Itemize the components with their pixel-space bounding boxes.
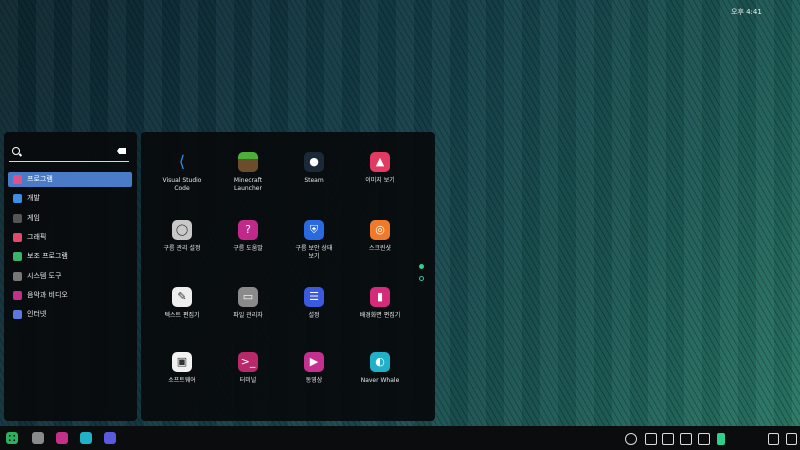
- update-icon[interactable]: [625, 433, 637, 445]
- toggle-icon[interactable]: [680, 433, 692, 445]
- app-launcher-item[interactable]: ▣ 소프트웨어: [152, 352, 212, 402]
- app-launcher-item[interactable]: ◐ Naver Whale: [350, 352, 410, 402]
- category-item[interactable]: 시스템 도구: [8, 269, 132, 284]
- user-icon[interactable]: [768, 433, 779, 445]
- screenshot-icon: ◎: [370, 220, 390, 240]
- app-label: 소프트웨어: [168, 377, 196, 384]
- app-launcher-item[interactable]: ⟨ Visual Studio Code: [152, 152, 212, 202]
- app-launcher-item[interactable]: ☰ 설정: [284, 287, 344, 337]
- apps-icon: [13, 175, 22, 184]
- app-label: Minecraft Launcher: [233, 177, 263, 192]
- file-manager-icon: ▭: [238, 287, 258, 307]
- app-label: 텍스트 편집기: [164, 312, 200, 319]
- category-label: 인터넷: [27, 310, 47, 319]
- page-indicator[interactable]: [419, 276, 424, 281]
- vscode-icon: ⟨: [172, 152, 192, 172]
- app-label: 배경화면 편집기: [359, 312, 401, 319]
- category-label: 그래픽: [27, 232, 47, 241]
- app-launcher-item[interactable]: Minecraft Launcher: [218, 152, 278, 202]
- help-icon: ?: [238, 220, 258, 240]
- app-label: 스크린샷: [368, 245, 392, 252]
- app-launcher-item[interactable]: ● Steam: [284, 152, 344, 202]
- app-launcher-item[interactable]: ▮ 배경화면 편집기: [350, 287, 410, 337]
- app-launcher-icon[interactable]: [6, 432, 18, 444]
- notification-icon[interactable]: [645, 433, 657, 445]
- graphics-icon: [13, 232, 22, 242]
- category-item[interactable]: 그래픽: [8, 230, 132, 245]
- settings-icon[interactable]: [104, 432, 116, 444]
- app-launcher-item[interactable]: ? 구름 도움말: [218, 220, 278, 270]
- category-label: 음악과 비디오: [27, 290, 68, 299]
- accessories-icon: [13, 252, 22, 262]
- app-launcher-item[interactable]: ▲ 이미지 보기: [350, 152, 410, 202]
- category-item[interactable]: 인터넷: [8, 307, 132, 322]
- category-label: 시스템 도구: [27, 271, 62, 280]
- app-label: 구름 도움말: [233, 245, 263, 252]
- image-viewer-icon: ▲: [370, 152, 390, 172]
- app-launcher-item[interactable]: ▶ 동영상: [284, 352, 344, 402]
- volume-icon[interactable]: [698, 433, 710, 445]
- minecraft-icon: [238, 152, 258, 172]
- search-box[interactable]: [9, 145, 129, 162]
- video-player-icon: ▶: [304, 352, 324, 372]
- app-launcher-item[interactable]: ▭ 파일 관리자: [218, 287, 278, 337]
- multimedia-icon: [13, 290, 22, 300]
- category-item[interactable]: 프로그램: [8, 172, 132, 187]
- search-input[interactable]: [23, 146, 113, 158]
- app-label: Steam: [304, 177, 324, 184]
- internet-icon: [13, 310, 22, 320]
- terminal-icon: >_: [238, 352, 258, 372]
- app-launcher-item[interactable]: ◯ 구름 관리 설정: [152, 220, 212, 270]
- category-label: 게임: [27, 213, 40, 222]
- wallpaper-editor-icon: ▮: [370, 287, 390, 307]
- security-shield-icon: ⛨: [304, 220, 324, 240]
- cloud-settings-icon: ◯: [172, 220, 192, 240]
- app-label: Naver Whale: [360, 377, 400, 384]
- battery-icon[interactable]: [717, 433, 725, 445]
- game-icon: [13, 213, 22, 223]
- show-desktop-icon[interactable]: [786, 433, 797, 445]
- app-launcher-item[interactable]: >_ 터미널: [218, 352, 278, 402]
- app-label: Visual Studio Code: [162, 177, 202, 192]
- naver-whale-icon: ◐: [370, 352, 390, 372]
- page-indicator-active[interactable]: [419, 264, 424, 269]
- app-launcher-item[interactable]: ⛨ 구름 보안 상태 보기: [284, 220, 344, 270]
- app-label: 설정: [308, 312, 320, 319]
- development-icon: [13, 194, 22, 204]
- naver-whale-icon[interactable]: [80, 432, 92, 444]
- text-editor-icon: ✎: [172, 287, 192, 307]
- app-launcher-item[interactable]: ✎ 텍스트 편집기: [152, 287, 212, 337]
- category-item[interactable]: 음악과 비디오: [8, 288, 132, 303]
- keyboard-icon[interactable]: [662, 433, 674, 445]
- category-label: 개발: [27, 194, 40, 203]
- multimedia-icon[interactable]: [56, 432, 68, 444]
- app-label: 구름 관리 설정: [163, 245, 201, 252]
- app-label: 구름 보안 상태 보기: [295, 245, 333, 260]
- category-label: 보조 프로그램: [27, 252, 68, 261]
- app-launcher-item[interactable]: ◎ 스크린샷: [350, 220, 410, 270]
- category-item[interactable]: 보조 프로그램: [8, 249, 132, 264]
- software-icon: ▣: [172, 352, 192, 372]
- category-item[interactable]: 게임: [8, 211, 132, 226]
- app-label: 동영상: [305, 377, 323, 384]
- app-label: 파일 관리자: [233, 312, 263, 319]
- clock[interactable]: 오후 4:41: [731, 6, 762, 18]
- category-label: 프로그램: [27, 175, 53, 183]
- app-label: 이미지 보기: [365, 177, 395, 184]
- steam-icon: ●: [304, 152, 324, 172]
- category-item[interactable]: 개발: [8, 191, 132, 206]
- settings-sliders-icon: ☰: [304, 287, 324, 307]
- system-tools-icon: [13, 271, 22, 281]
- app-label: 터미널: [239, 377, 257, 384]
- search-icon: [12, 147, 20, 155]
- file-manager-icon[interactable]: [32, 432, 44, 444]
- clear-icon[interactable]: [117, 148, 126, 154]
